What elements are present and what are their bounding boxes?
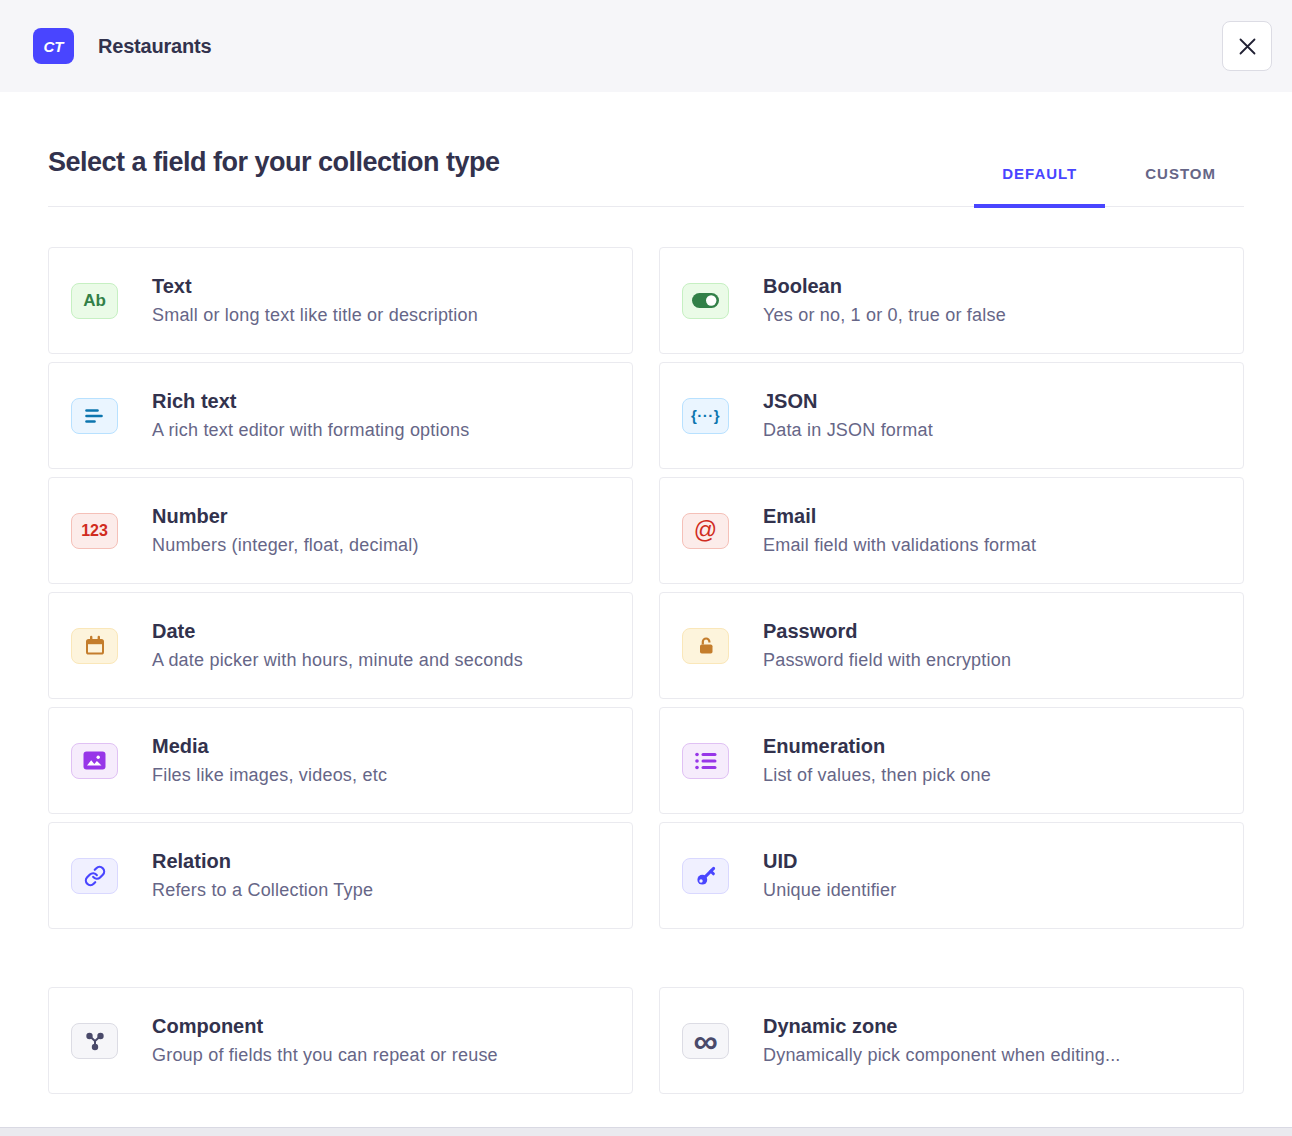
- 123-icon: 123: [71, 513, 118, 549]
- field-description: Password field with encryption: [763, 650, 1011, 671]
- ab-text-icon: Ab: [71, 283, 118, 319]
- field-description: Group of fields tht you can repeat or re…: [152, 1045, 498, 1066]
- infinity-icon: ∞: [682, 1023, 729, 1059]
- bullet-list-icon: [682, 743, 729, 779]
- field-title: Text: [152, 275, 478, 298]
- field-card-enumeration[interactable]: Enumeration List of values, then pick on…: [659, 707, 1244, 814]
- close-icon: [1239, 38, 1256, 55]
- field-description: Yes or no, 1 or 0, true or false: [763, 305, 1006, 326]
- field-title: Email: [763, 505, 1036, 528]
- field-title: Media: [152, 735, 387, 758]
- footer-strip: [0, 1127, 1292, 1136]
- field-description: Data in JSON format: [763, 420, 933, 441]
- field-card-date[interactable]: Date A date picker with hours, minute an…: [48, 592, 633, 699]
- tabs: DEFAULT CUSTOM: [974, 165, 1244, 206]
- field-card-component[interactable]: Component Group of fields tht you can re…: [48, 987, 633, 1094]
- field-card-json[interactable]: {···} JSON Data in JSON format: [659, 362, 1244, 469]
- calendar-icon: [71, 628, 118, 664]
- field-description: A rich text editor with formating option…: [152, 420, 469, 441]
- toggle-icon: [682, 283, 729, 319]
- field-title: Rich text: [152, 390, 469, 413]
- branch-icon: [71, 1023, 118, 1059]
- field-card-email[interactable]: @ Email Email field with validations for…: [659, 477, 1244, 584]
- modal-body: Select a field for your collection type …: [0, 147, 1292, 1094]
- modal-title: Restaurants: [98, 35, 211, 58]
- key-icon: [682, 858, 729, 894]
- field-card-password[interactable]: Password Password field with encryption: [659, 592, 1244, 699]
- field-title: Component: [152, 1015, 498, 1038]
- field-card-text[interactable]: Ab Text Small or long text like title or…: [48, 247, 633, 354]
- chain-link-icon: [71, 858, 118, 894]
- field-description: Unique identifier: [763, 880, 896, 901]
- field-description: Files like images, videos, etc: [152, 765, 387, 786]
- field-title: Password: [763, 620, 1011, 643]
- collection-type-badge: CT: [33, 28, 74, 64]
- field-card-richtext[interactable]: Rich text A rich text editor with format…: [48, 362, 633, 469]
- field-title: Number: [152, 505, 419, 528]
- field-description: Email field with validations format: [763, 535, 1036, 556]
- field-grid: Ab Text Small or long text like title or…: [48, 247, 1244, 929]
- field-card-dynamiczone[interactable]: ∞ Dynamic zone Dynamically pick componen…: [659, 987, 1244, 1094]
- field-description: Refers to a Collection Type: [152, 880, 373, 901]
- field-card-uid[interactable]: UID Unique identifier: [659, 822, 1244, 929]
- braces-icon: {···}: [682, 398, 729, 434]
- modal-header: CT Restaurants: [0, 0, 1292, 92]
- field-title: Enumeration: [763, 735, 991, 758]
- title-row: Select a field for your collection type …: [48, 147, 1244, 207]
- field-grid-extra: Component Group of fields tht you can re…: [48, 987, 1244, 1094]
- field-card-number[interactable]: 123 Number Numbers (integer, float, deci…: [48, 477, 633, 584]
- at-sign-icon: @: [682, 513, 729, 549]
- field-description: A date picker with hours, minute and sec…: [152, 650, 523, 671]
- field-title: Dynamic zone: [763, 1015, 1121, 1038]
- text-lines-icon: [71, 398, 118, 434]
- field-title: Date: [152, 620, 523, 643]
- field-title: Boolean: [763, 275, 1006, 298]
- lock-icon: [682, 628, 729, 664]
- tab-default[interactable]: DEFAULT: [974, 165, 1105, 206]
- field-card-boolean[interactable]: Boolean Yes or no, 1 or 0, true or false: [659, 247, 1244, 354]
- field-title: JSON: [763, 390, 933, 413]
- field-description: Dynamically pick component when editing.…: [763, 1045, 1121, 1066]
- picture-icon: [71, 743, 118, 779]
- field-description: Small or long text like title or descrip…: [152, 305, 478, 326]
- field-card-relation[interactable]: Relation Refers to a Collection Type: [48, 822, 633, 929]
- field-title: UID: [763, 850, 896, 873]
- page-title: Select a field for your collection type: [48, 147, 500, 206]
- field-card-media[interactable]: Media Files like images, videos, etc: [48, 707, 633, 814]
- field-description: Numbers (integer, float, decimal): [152, 535, 419, 556]
- field-title: Relation: [152, 850, 373, 873]
- field-description: List of values, then pick one: [763, 765, 991, 786]
- close-button[interactable]: [1222, 21, 1272, 71]
- tab-custom[interactable]: CUSTOM: [1117, 165, 1244, 206]
